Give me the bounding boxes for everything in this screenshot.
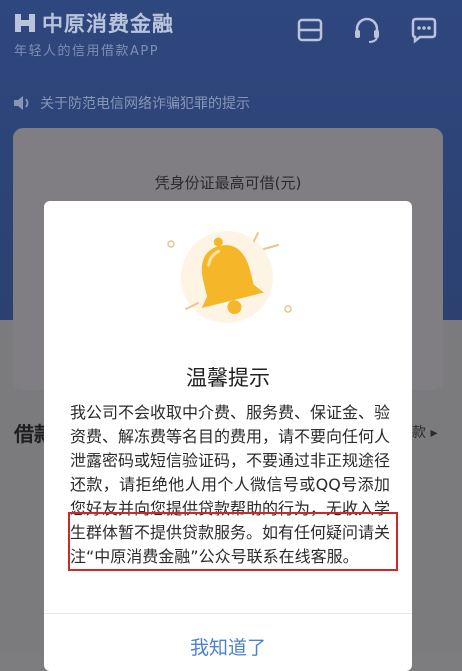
- notice-dialog: 温馨提示 我公司不会收取中介费、服务费、保证金、验资费、解冻费等名目的费用，请不…: [44, 201, 412, 671]
- brand-logo: 中原消费金融: [14, 8, 174, 38]
- headset-icon[interactable]: [351, 14, 383, 46]
- dialog-divider: [44, 613, 412, 614]
- bell-icon: [167, 231, 292, 323]
- notice-text: 关于防范电信网络诈骗犯罪的提示: [40, 96, 250, 112]
- brand-name: 中原消费金融: [42, 12, 174, 36]
- fraud-notice[interactable]: 关于防范电信网络诈骗犯罪的提示: [12, 93, 250, 113]
- logo-mark-icon: [15, 14, 35, 32]
- card-label: 凭身份证最高可借(元): [154, 174, 302, 192]
- chat-bubble-icon[interactable]: [408, 14, 440, 46]
- brand-slogan: 年轻人的信用借款APP: [14, 44, 160, 59]
- dialog-title: 温馨提示: [186, 366, 270, 390]
- speaker-icon: [14, 96, 29, 110]
- section-link-right[interactable]: 款 ▸: [412, 422, 437, 442]
- confirm-button[interactable]: 我知道了: [44, 633, 412, 660]
- highlight-box: [68, 512, 398, 571]
- card-icon[interactable]: [294, 14, 326, 46]
